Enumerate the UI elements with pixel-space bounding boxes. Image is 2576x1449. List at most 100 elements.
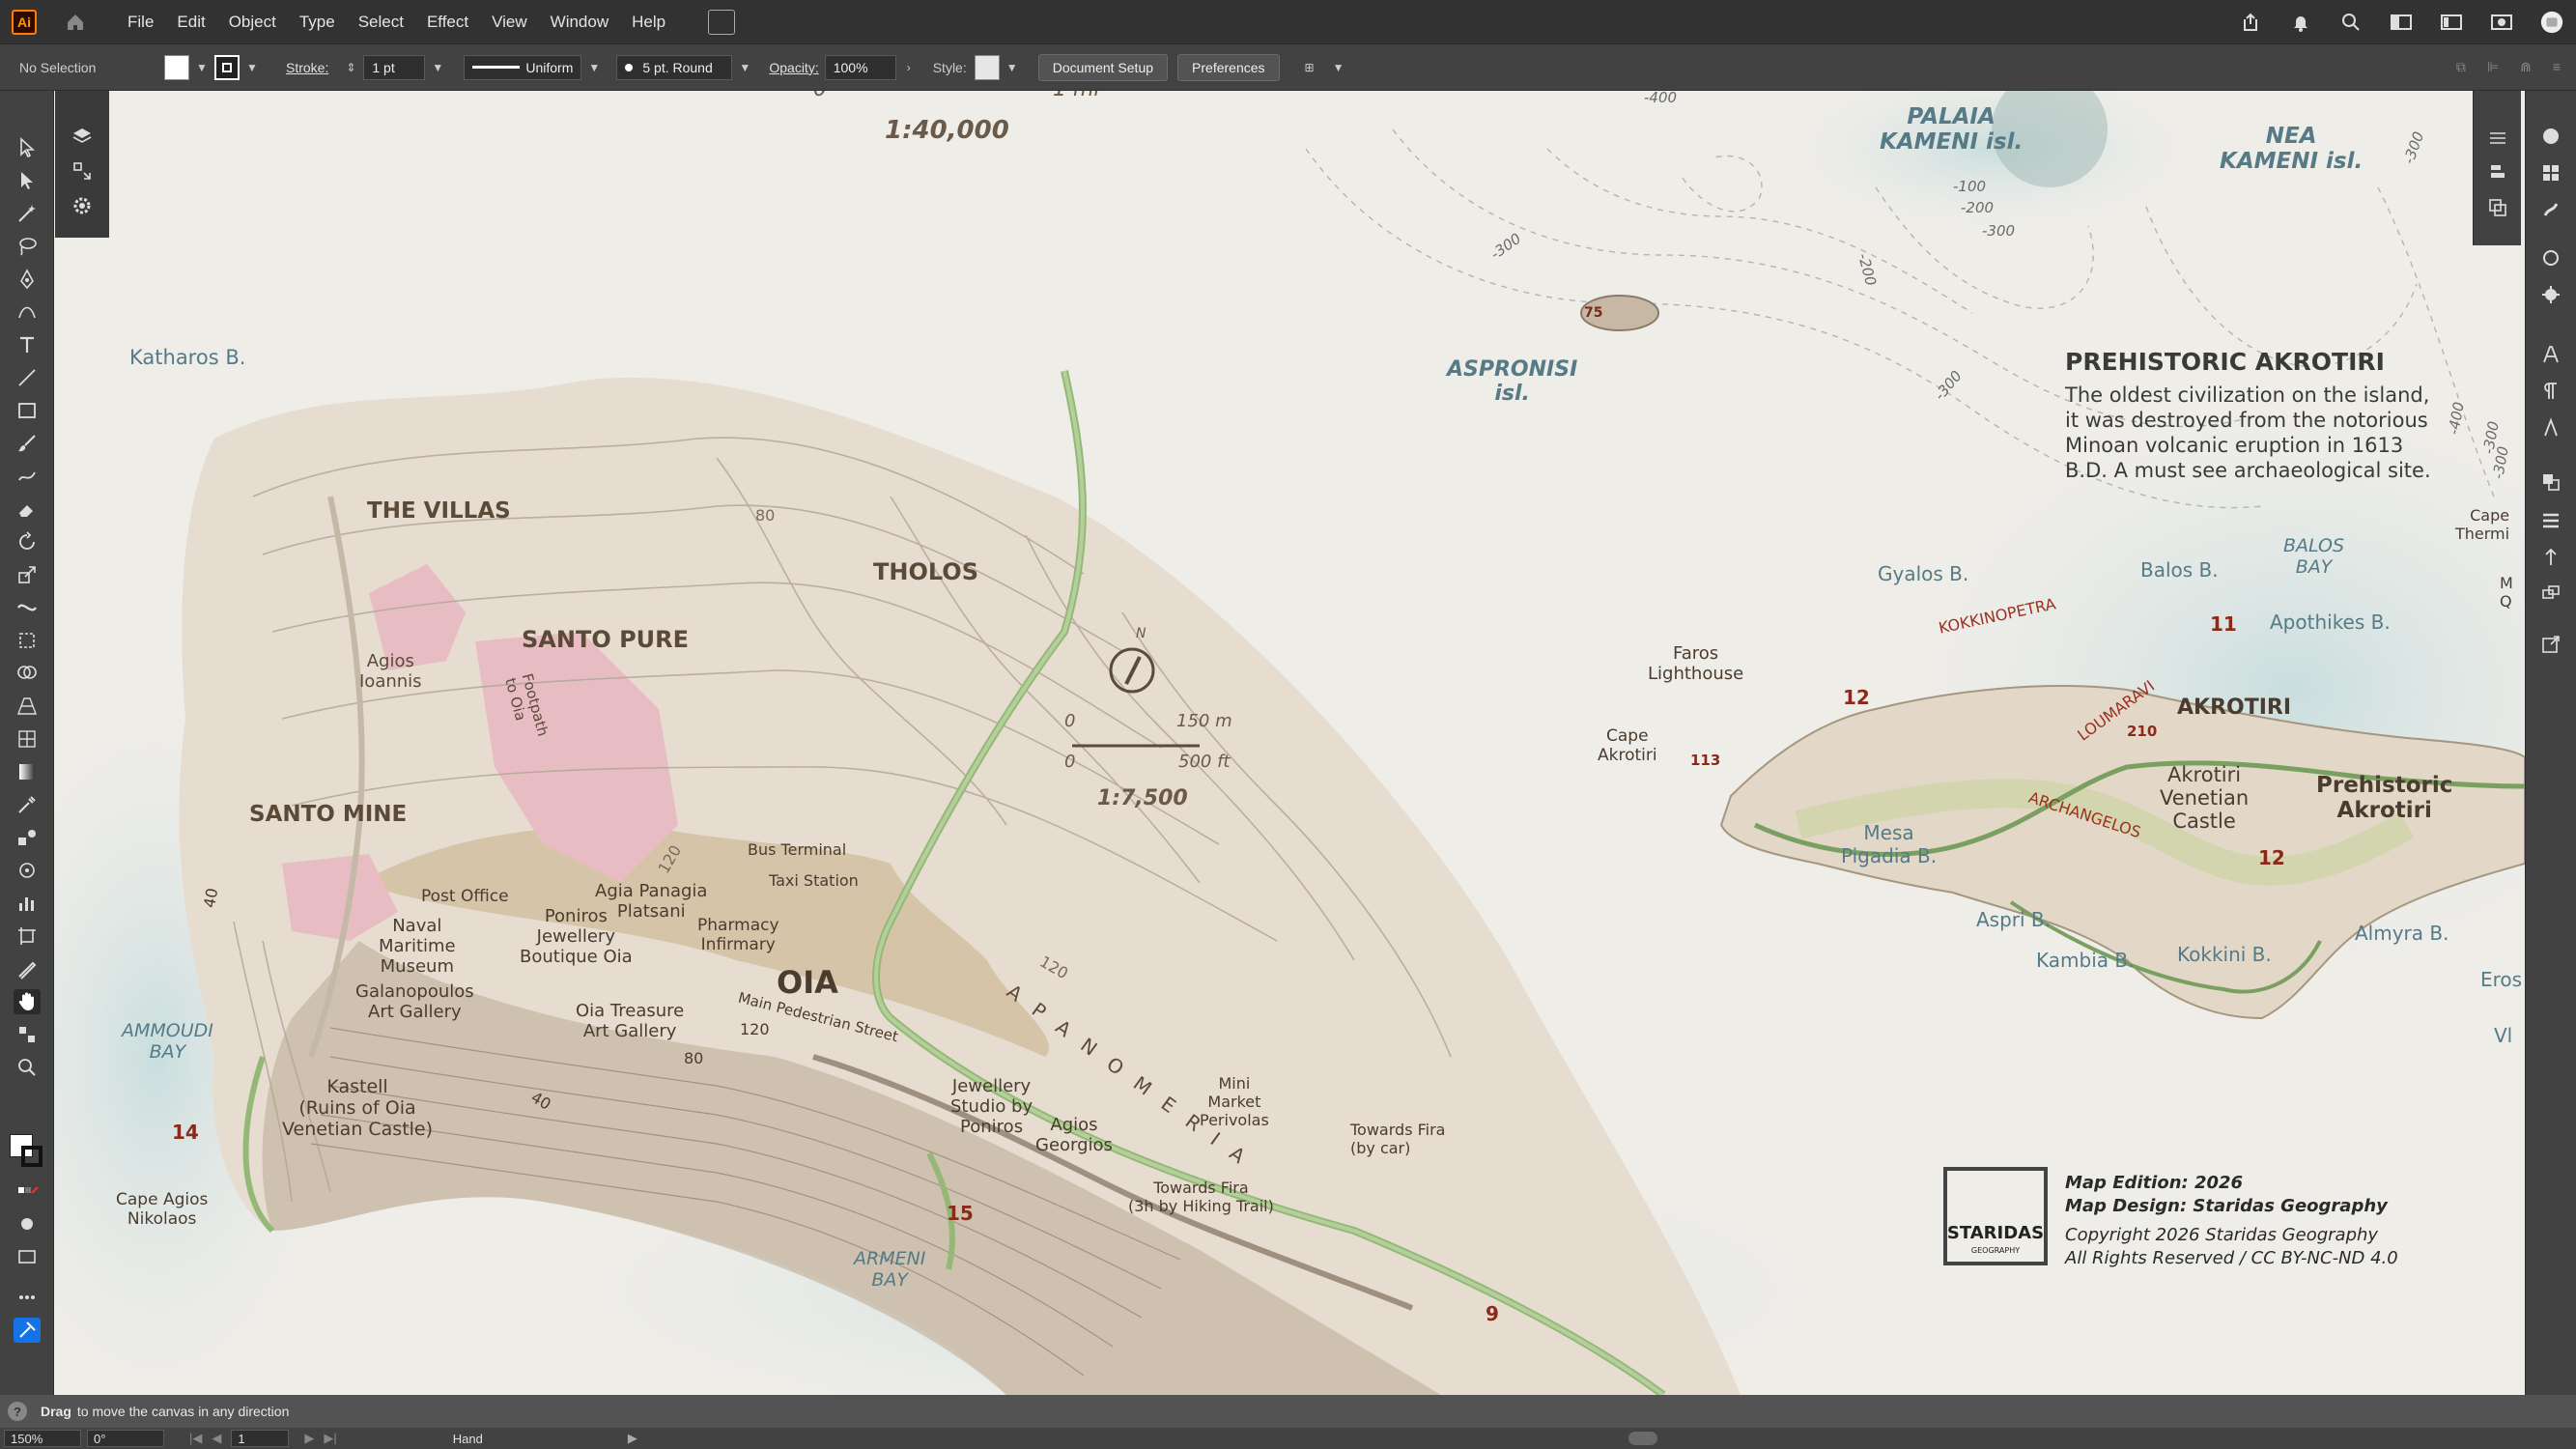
graphic-styles-icon[interactable] [2537,282,2564,307]
curvature-tool-icon[interactable] [14,299,41,325]
magic-wand-tool-icon[interactable] [14,201,41,226]
chevron-down-icon[interactable]: ▼ [738,61,751,74]
scale-tool-icon[interactable] [14,562,41,587]
brush-definition[interactable]: 5 pt. Round [616,54,733,80]
gradient-tool-icon[interactable] [14,759,41,784]
home-icon[interactable] [62,9,89,36]
chevron-down-icon[interactable]: ▼ [195,61,209,74]
notification-bell-icon[interactable] [2288,11,2313,34]
color-panel-icon[interactable] [2537,124,2564,149]
direct-selection-tool-icon[interactable] [14,168,41,193]
document-setup-button[interactable]: Document Setup [1037,53,1169,81]
blend-tool-icon[interactable] [14,825,41,850]
menu-help[interactable]: Help [632,13,665,32]
stroke-color-box[interactable] [21,1146,42,1167]
workspace-icon[interactable] [2389,11,2414,34]
swatches-icon[interactable] [2537,160,2564,185]
shaper-tool-icon[interactable] [14,464,41,489]
chevron-down-icon[interactable]: ▼ [245,61,259,74]
line-tool-icon[interactable] [14,365,41,390]
menu-effect[interactable]: Effect [427,13,468,32]
appearance-icon[interactable] [2537,245,2564,270]
type-tool-icon[interactable] [14,332,41,357]
arrange-documents-icon[interactable] [708,9,736,35]
rectangle-tool-icon[interactable] [14,398,41,423]
preferences-button[interactable]: Preferences [1177,53,1280,81]
menu-view[interactable]: View [492,13,527,32]
slice-tool-icon[interactable] [14,956,41,981]
lasso-tool-icon[interactable] [14,234,41,259]
search-icon[interactable] [2338,11,2364,34]
chevron-down-icon[interactable]: ▼ [587,61,601,74]
puppet-warp-icon[interactable] [2537,545,2564,570]
opacity-label[interactable]: Opacity: [769,60,818,75]
menu-file[interactable]: File [127,13,154,32]
share-icon[interactable] [2238,11,2263,34]
stroke-label[interactable]: Stroke: [286,60,328,75]
paragraph-icon[interactable] [2537,379,2564,404]
scrollbar-thumb[interactable] [1628,1432,1657,1445]
zoom-tool-icon[interactable] [14,1055,41,1080]
brushes-icon[interactable] [2537,197,2564,222]
menu-type[interactable]: Type [299,13,335,32]
symbol-sprayer-tool-icon[interactable] [14,858,41,883]
fill-swatch[interactable] [164,54,189,80]
gear-icon[interactable] [69,193,96,218]
stroke-weight-field[interactable]: 1 pt [363,54,426,80]
stroke-swatch[interactable] [214,54,240,80]
align-panel-icon[interactable] [2484,160,2511,185]
chevron-right-icon[interactable]: › [902,61,916,74]
screen-mode-tool-icon[interactable] [14,1244,41,1269]
panel-menu-icon[interactable]: ≡ [2553,59,2561,75]
help-icon[interactable]: ? [8,1402,27,1421]
transparency-icon[interactable] [2537,469,2564,495]
menu-object[interactable]: Object [229,13,276,32]
menu-select[interactable]: Select [358,13,404,32]
previous-artboard-icon[interactable]: ◀ [212,1431,221,1446]
menu-window[interactable]: Window [551,13,609,32]
links-icon[interactable] [2537,582,2564,607]
chevron-down-icon[interactable]: ▼ [431,61,444,74]
asset-export-icon[interactable] [69,158,96,184]
distribute-icon[interactable]: ⊫ [2487,59,2499,75]
zoom-level-field[interactable]: 150% [4,1430,81,1447]
edit-toolbar-icon[interactable] [14,1318,41,1343]
artboard-number-field[interactable]: 1 [231,1430,290,1447]
export-panel-icon[interactable] [2537,632,2564,657]
align-icon[interactable]: ⧉ [2456,59,2466,75]
panel-layout-icon[interactable] [2439,11,2464,34]
artboard-canvas[interactable]: 0 1 mi 1:40,000 Katharos B. THE VILLAS S… [41,91,2525,1395]
pen-tool-icon[interactable] [14,267,41,292]
free-transform-tool-icon[interactable] [14,628,41,653]
chevron-down-icon[interactable]: ▼ [1005,61,1019,74]
menu-edit[interactable]: Edit [177,13,205,32]
shape-builder-tool-icon[interactable] [14,661,41,686]
artboard-tool-icon[interactable] [14,923,41,949]
stepper-icon[interactable]: ⇕ [344,61,357,74]
print-tiling-tool-icon[interactable] [14,1022,41,1047]
first-artboard-icon[interactable]: |◀ [189,1431,202,1446]
last-artboard-icon[interactable]: ▶| [324,1431,336,1446]
graphic-style-swatch[interactable] [974,54,1000,80]
opentype-icon[interactable] [2537,415,2564,440]
column-graph-tool-icon[interactable] [14,891,41,916]
more-tools-icon[interactable] [14,1285,41,1310]
next-artboard-icon[interactable]: ▶ [304,1431,314,1446]
rotation-field[interactable]: 0° [87,1430,164,1447]
eyedropper-tool-icon[interactable] [14,792,41,817]
perspective-grid-tool-icon[interactable] [14,694,41,719]
mesh-tool-icon[interactable] [14,726,41,752]
rotate-tool-icon[interactable] [14,529,41,554]
user-avatar-icon[interactable] [2539,11,2564,34]
stroke-panel-icon[interactable] [2537,508,2564,533]
hand-tool-icon[interactable] [14,989,41,1014]
transform-icon[interactable]: ⊞ [1299,61,1320,74]
paintbrush-tool-icon[interactable] [14,431,41,456]
character-icon[interactable] [2537,342,2564,367]
color-mode-icon[interactable] [14,1179,41,1204]
horizontal-scrollbar[interactable] [686,1432,2521,1445]
path-icon[interactable]: ⋒ [2520,59,2532,75]
draw-mode-icon[interactable] [14,1211,41,1236]
layers-icon[interactable] [69,124,96,149]
opacity-field[interactable]: 100% [824,54,896,80]
